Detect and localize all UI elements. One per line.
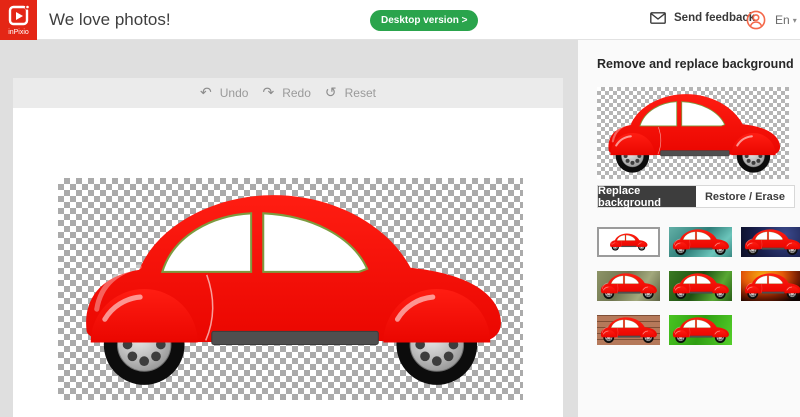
logo-brand-text: inPixio — [8, 29, 29, 36]
inpixio-logo[interactable]: inPixio — [0, 0, 37, 40]
editor-toolbar: ↶ Undo ↷ Redo ↺ Reset — [13, 78, 563, 108]
thumbnail-flames[interactable] — [741, 271, 800, 301]
undo-arrow-icon: ↶ — [200, 86, 212, 100]
image-canvas[interactable] — [58, 178, 523, 400]
thumbnail-teal-texture[interactable] — [669, 227, 732, 257]
language-label: En — [775, 13, 790, 27]
sidebar-title: Remove and replace background — [597, 57, 794, 71]
account-icon — [746, 10, 766, 30]
sidebar: Remove and replace background Replace ba… — [578, 40, 800, 417]
thumbnail-green-grass[interactable] — [669, 315, 732, 345]
tab-restore-erase[interactable]: Restore / Erase — [696, 186, 794, 207]
language-selector[interactable]: En ▾ — [775, 13, 797, 27]
undo-label: Undo — [220, 86, 249, 100]
redo-label: Redo — [282, 86, 311, 100]
reset-button[interactable]: ↺ Reset — [325, 86, 376, 100]
send-feedback-label: Send feedback — [674, 12, 755, 24]
envelope-icon — [650, 12, 666, 24]
background-thumbnail-grid — [597, 227, 797, 345]
reset-label: Reset — [345, 86, 376, 100]
account-button[interactable] — [746, 10, 766, 30]
app-header: inPixio We love photos! Desktop version … — [0, 0, 800, 40]
send-feedback-button[interactable]: Send feedback — [650, 12, 755, 24]
redo-button[interactable]: ↷ Redo — [262, 86, 310, 100]
car-preview-image — [597, 87, 789, 179]
thumbnail-jungle-leaves[interactable] — [669, 271, 732, 301]
result-preview — [597, 87, 789, 179]
thumbnail-original-white[interactable] — [597, 227, 660, 257]
undo-button[interactable]: ↶ Undo — [200, 86, 248, 100]
desktop-version-button[interactable]: Desktop version > — [370, 10, 478, 31]
redo-arrow-icon: ↷ — [262, 86, 274, 100]
tab-replace-background[interactable]: Replace background — [598, 186, 696, 207]
editor-panel: ↶ Undo ↷ Redo ↺ Reset — [13, 78, 563, 417]
mode-tabs: Replace background Restore / Erase — [597, 185, 795, 208]
reset-circular-arrow-icon: ↺ — [325, 86, 337, 100]
page-title: We love photos! — [49, 10, 171, 30]
thumbnail-olive-field[interactable] — [597, 271, 660, 301]
thumbnail-brick-wall[interactable] — [597, 315, 660, 345]
thumbnail-starry-night[interactable] — [741, 227, 800, 257]
car-image — [58, 178, 523, 400]
play-icon — [7, 4, 31, 28]
caret-down-icon: ▾ — [793, 16, 797, 25]
